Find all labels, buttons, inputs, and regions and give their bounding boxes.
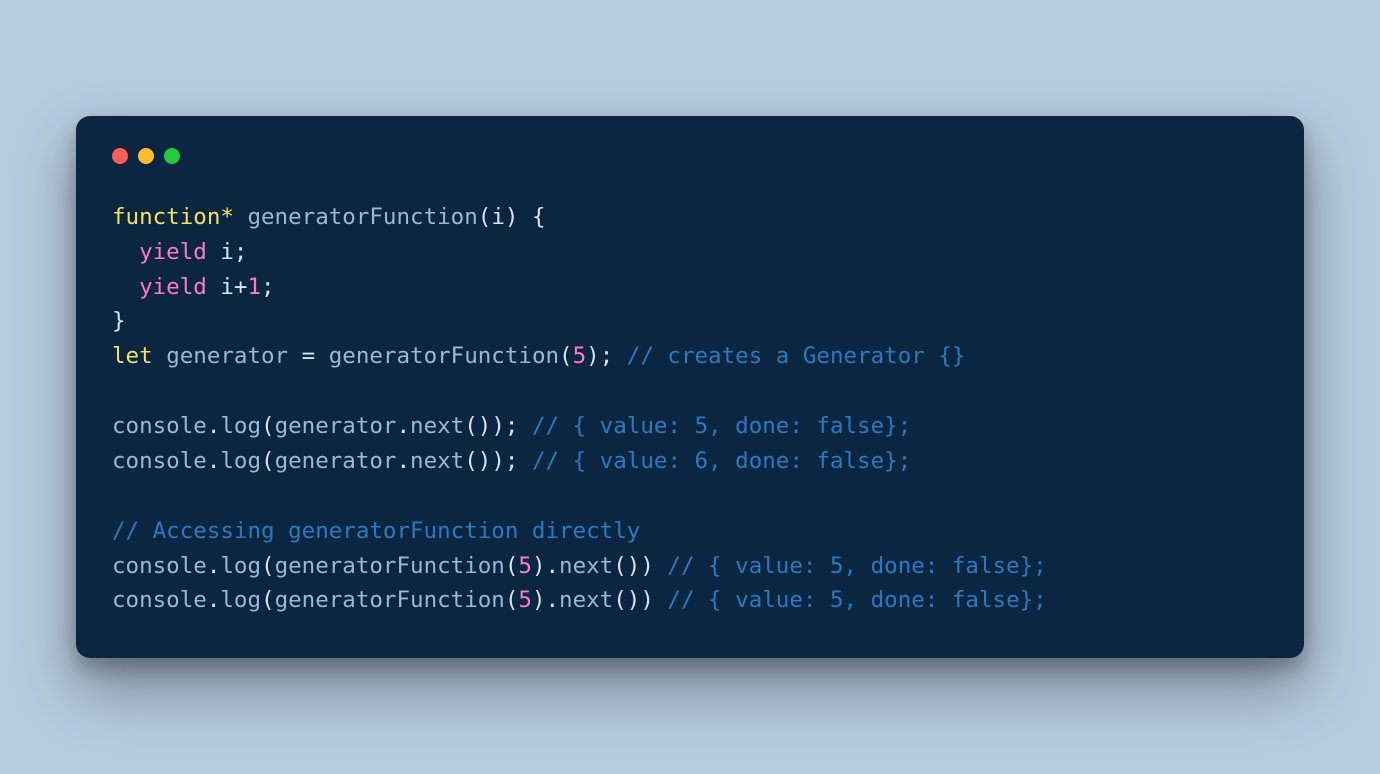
identifier: generatorFunction	[329, 343, 559, 369]
keyword-yield: yield	[139, 274, 207, 300]
identifier: generator	[275, 413, 397, 439]
code-line: function* generatorFunction(i) {	[112, 204, 546, 230]
identifier: next	[559, 553, 613, 579]
identifier: next	[410, 448, 464, 474]
code-line: }	[112, 308, 126, 334]
comment: // Accessing generatorFunction directly	[112, 518, 640, 544]
code-block: function* generatorFunction(i) { yield i…	[112, 182, 1268, 619]
identifier: generatorFunction	[275, 553, 505, 579]
number-literal: 5	[573, 343, 587, 369]
keyword-yield: yield	[139, 239, 207, 265]
identifier: console	[112, 553, 207, 579]
code-line: // Accessing generatorFunction directly	[112, 518, 640, 544]
code-line: yield i;	[112, 239, 247, 265]
identifier: generatorFunction	[247, 204, 477, 230]
blank-line	[112, 378, 126, 404]
identifier: console	[112, 448, 207, 474]
window-titlebar	[112, 144, 1268, 182]
identifier: next	[410, 413, 464, 439]
maximize-icon[interactable]	[164, 148, 180, 164]
code-window: function* generatorFunction(i) { yield i…	[76, 116, 1304, 659]
number-literal: 1	[247, 274, 261, 300]
blank-line	[112, 483, 126, 509]
param-i: i	[491, 204, 505, 230]
code-line: let generator = generatorFunction(5); //…	[112, 343, 965, 369]
comment: // { value: 6, done: false};	[532, 448, 911, 474]
keyword-function: function*	[112, 204, 234, 230]
identifier: generator	[166, 343, 288, 369]
code-line: console.log(generatorFunction(5).next())…	[112, 587, 1047, 613]
identifier: next	[559, 587, 613, 613]
comment: // creates a Generator {}	[627, 343, 966, 369]
identifier: console	[112, 413, 207, 439]
code-line: console.log(generatorFunction(5).next())…	[112, 553, 1047, 579]
code-line: console.log(generator.next()); // { valu…	[112, 448, 911, 474]
identifier: console	[112, 587, 207, 613]
comment: // { value: 5, done: false};	[667, 553, 1046, 579]
identifier: log	[220, 553, 261, 579]
number-literal: 5	[518, 587, 532, 613]
keyword-let: let	[112, 343, 153, 369]
identifier: generator	[275, 448, 397, 474]
identifier: log	[220, 448, 261, 474]
number-literal: 5	[518, 553, 532, 579]
close-icon[interactable]	[112, 148, 128, 164]
identifier: log	[220, 413, 261, 439]
identifier: generatorFunction	[275, 587, 505, 613]
code-line: console.log(generator.next()); // { valu…	[112, 413, 911, 439]
minimize-icon[interactable]	[138, 148, 154, 164]
comment: // { value: 5, done: false};	[532, 413, 911, 439]
comment: // { value: 5, done: false};	[667, 587, 1046, 613]
code-line: yield i+1;	[112, 274, 275, 300]
identifier: log	[220, 587, 261, 613]
